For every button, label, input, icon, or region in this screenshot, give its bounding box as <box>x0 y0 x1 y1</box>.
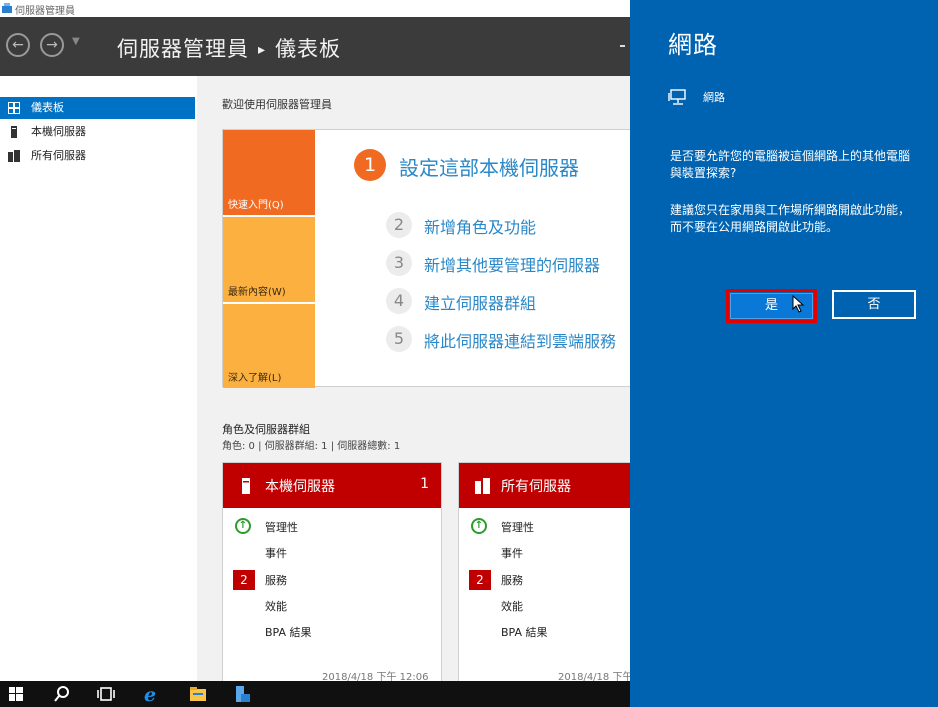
events-link[interactable]: 事件 <box>501 545 523 561</box>
sidebar-item-dashboard[interactable]: 儀表板 <box>0 97 195 119</box>
svg-text:e: e <box>144 684 156 704</box>
servers-icon <box>8 150 20 162</box>
manageability-link[interactable]: 管理性 <box>501 519 534 535</box>
back-button[interactable]: ← <box>6 33 30 57</box>
manageability-link[interactable]: 管理性 <box>265 519 298 535</box>
internet-explorer-icon[interactable]: e <box>142 684 162 704</box>
card-header[interactable]: 本機伺服器 1 <box>223 463 441 508</box>
tile-label: 快速入門(Q) <box>228 200 284 211</box>
mouse-cursor-icon <box>792 295 805 313</box>
breadcrumb-separator: ▸ <box>258 42 267 58</box>
card-title: 本機伺服器 <box>265 479 335 495</box>
forward-button[interactable]: → <box>40 33 64 57</box>
tile-label: 深入了解(L) <box>228 373 282 384</box>
card-title: 所有伺服器 <box>501 479 571 495</box>
services-link[interactable]: 服務 <box>501 572 523 588</box>
create-group-link[interactable]: 建立伺服器群組 <box>424 290 536 314</box>
tile-whats-new[interactable]: 最新內容(W) <box>223 217 315 302</box>
chevron-down-icon: ▼ <box>72 36 80 47</box>
no-button[interactable]: 否 <box>832 290 916 319</box>
dashboard-main: 歡迎使用伺服器管理員 快速入門(Q) 最新內容(W) 深入了解(L) 1 設定這… <box>197 76 678 692</box>
step-number: 3 <box>386 250 412 276</box>
status-ok-icon: ↑ <box>471 518 487 534</box>
tile-label: 最新內容(W) <box>228 287 286 298</box>
discovery-question: 是否要允許您的電腦被這個網路上的其他電腦與裝置探索? <box>670 149 911 180</box>
welcome-title: 歡迎使用伺服器管理員 <box>222 98 332 111</box>
performance-link[interactable]: 效能 <box>265 598 287 614</box>
services-link[interactable]: 服務 <box>265 572 287 588</box>
task-view-icon[interactable] <box>96 684 116 704</box>
add-servers-link[interactable]: 新增其他要管理的伺服器 <box>424 252 600 276</box>
welcome-panel: 快速入門(Q) 最新內容(W) 深入了解(L) 1 設定這部本機伺服器 2 新增… <box>222 129 642 388</box>
events-link[interactable]: 事件 <box>265 545 287 561</box>
dashboard-icon <box>8 102 20 114</box>
status-ok-icon: ↑ <box>235 518 251 534</box>
performance-link[interactable]: 效能 <box>501 598 523 614</box>
windows-start-icon[interactable] <box>6 684 26 704</box>
local-server-card: 本機伺服器 1 ↑ 管理性 事件 2 服務 效能 BPA 結果 2018/4/1… <box>222 462 442 692</box>
bpa-results-link[interactable]: BPA 結果 <box>501 624 548 640</box>
history-dropdown[interactable]: ▼ <box>72 36 80 47</box>
app-header: ← → ▼ 伺服器管理員 ▸ 儀表板 <box>0 17 630 76</box>
arrow-right-icon: → <box>46 37 58 53</box>
step-number-main: 1 <box>354 149 386 181</box>
network-discovery-panel: 網路 網路 是否要允許您的電腦被這個網路上的其他電腦與裝置探索? 建議您只在家用… <box>630 0 938 707</box>
panel-title: 網路 <box>668 31 718 59</box>
network-icon <box>668 89 686 105</box>
window-title: 伺服器管理員 <box>15 6 75 17</box>
tile-learn-more[interactable]: 深入了解(L) <box>223 304 315 388</box>
services-alert-badge: 2 <box>469 570 491 590</box>
step-number: 5 <box>386 326 412 352</box>
breadcrumb-page: 儀表板 <box>275 37 342 61</box>
search-icon[interactable] <box>52 684 72 704</box>
server-manager-icon <box>2 3 12 13</box>
connect-cloud-link[interactable]: 將此伺服器連結到雲端服務 <box>424 328 616 352</box>
sidebar: 儀表板 本機伺服器 所有伺服器 <box>0 76 198 681</box>
arrow-left-icon: ← <box>12 37 24 53</box>
tile-quick-start[interactable]: 快速入門(Q) <box>223 130 315 215</box>
refresh-dropdown-icon[interactable] <box>620 45 625 47</box>
configure-local-server-link[interactable]: 設定這部本機伺服器 <box>399 152 579 181</box>
sidebar-item-label: 本機伺服器 <box>31 125 86 138</box>
bpa-results-link[interactable]: BPA 結果 <box>265 624 312 640</box>
sidebar-item-label: 所有伺服器 <box>31 149 86 162</box>
roles-title: 角色及伺服器群組 <box>222 423 310 436</box>
sidebar-item-local-server[interactable]: 本機伺服器 <box>0 121 195 143</box>
step-number: 4 <box>386 288 412 314</box>
breadcrumb-root[interactable]: 伺服器管理員 <box>117 37 249 61</box>
server-manager-taskbar-icon[interactable] <box>232 684 252 704</box>
discovery-advice: 建議您只在家用與工作場所網路開啟此功能，而不要在公用網路開啟此功能。 <box>670 203 911 234</box>
network-name: 網路 <box>703 91 725 104</box>
server-icon <box>11 126 17 138</box>
file-explorer-icon[interactable] <box>188 684 208 704</box>
taskbar: e <box>0 681 630 707</box>
breadcrumb: 伺服器管理員 ▸ 儀表板 <box>117 33 341 63</box>
card-count: 1 <box>420 476 429 492</box>
services-alert-badge: 2 <box>233 570 255 590</box>
server-icon <box>242 478 250 494</box>
step-number: 2 <box>386 212 412 238</box>
roles-subtitle: 角色: 0 | 伺服器群組: 1 | 伺服器總數: 1 <box>222 441 401 452</box>
servers-icon <box>475 478 490 494</box>
window-titlebar: 伺服器管理員 <box>0 0 630 17</box>
add-roles-link[interactable]: 新增角色及功能 <box>424 214 536 238</box>
sidebar-item-label: 儀表板 <box>31 101 64 114</box>
sidebar-item-all-servers[interactable]: 所有伺服器 <box>0 145 195 167</box>
